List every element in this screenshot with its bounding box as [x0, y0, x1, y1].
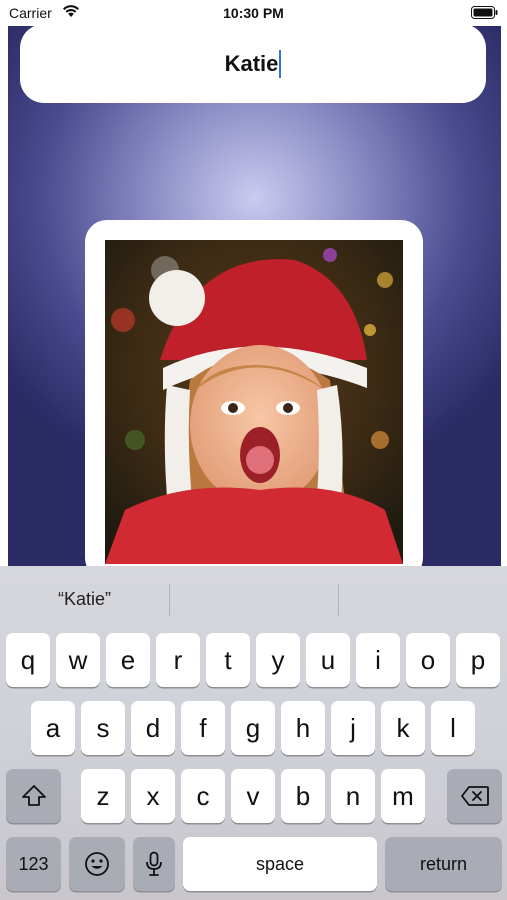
key-s[interactable]: s [81, 701, 125, 755]
dictation-key[interactable] [133, 837, 175, 891]
key-i[interactable]: i [356, 633, 400, 687]
key-c[interactable]: c [181, 769, 225, 823]
key-z[interactable]: z [81, 769, 125, 823]
name-text-field[interactable]: Katie [20, 26, 486, 103]
key-y[interactable]: y [256, 633, 300, 687]
key-p[interactable]: p [456, 633, 500, 687]
key-r[interactable]: r [156, 633, 200, 687]
suggestion-3[interactable] [339, 566, 507, 632]
battery-icon [471, 6, 498, 19]
numbers-key-label: 123 [18, 853, 49, 874]
suggestion-1[interactable]: “Katie” [0, 566, 169, 632]
delete-key[interactable] [447, 769, 502, 823]
key-m[interactable]: m [381, 769, 425, 823]
key-v[interactable]: v [231, 769, 275, 823]
key-a[interactable]: a [31, 701, 75, 755]
clock: 10:30 PM [223, 5, 284, 21]
emoji-key[interactable] [69, 837, 125, 891]
text-caret [279, 49, 282, 78]
background-stage: Katie [8, 26, 501, 566]
key-j[interactable]: j [331, 701, 375, 755]
key-d[interactable]: d [131, 701, 175, 755]
name-field-value: Katie [224, 50, 279, 76]
key-h[interactable]: h [281, 701, 325, 755]
microphone-icon [145, 851, 163, 877]
return-key-label: return [419, 853, 468, 874]
key-w[interactable]: w [56, 633, 100, 687]
key-k[interactable]: k [381, 701, 425, 755]
key-n[interactable]: n [331, 769, 375, 823]
key-x[interactable]: x [131, 769, 175, 823]
key-u[interactable]: u [306, 633, 350, 687]
suggestion-bar: “Katie” [0, 566, 507, 632]
child-photo [105, 240, 403, 564]
emoji-icon [84, 851, 110, 877]
space-key[interactable]: space [183, 837, 377, 891]
status-bar: Carrier 10:30 PM [0, 0, 507, 26]
key-g[interactable]: g [231, 701, 275, 755]
keyboard: “Katie” q w e r t y u i o p a s d f g h … [0, 566, 507, 900]
return-key[interactable]: return [385, 837, 502, 891]
key-q[interactable]: q [6, 633, 50, 687]
shift-key[interactable] [6, 769, 61, 823]
key-e[interactable]: e [106, 633, 150, 687]
key-b[interactable]: b [281, 769, 325, 823]
numbers-key[interactable]: 123 [6, 837, 61, 891]
key-o[interactable]: o [406, 633, 450, 687]
delete-icon [460, 785, 490, 807]
shift-icon [21, 784, 47, 808]
key-t[interactable]: t [206, 633, 250, 687]
photo-card [85, 220, 423, 566]
key-f[interactable]: f [181, 701, 225, 755]
space-key-label: space [255, 853, 305, 874]
suggestion-2[interactable] [170, 566, 338, 632]
key-l[interactable]: l [431, 701, 475, 755]
